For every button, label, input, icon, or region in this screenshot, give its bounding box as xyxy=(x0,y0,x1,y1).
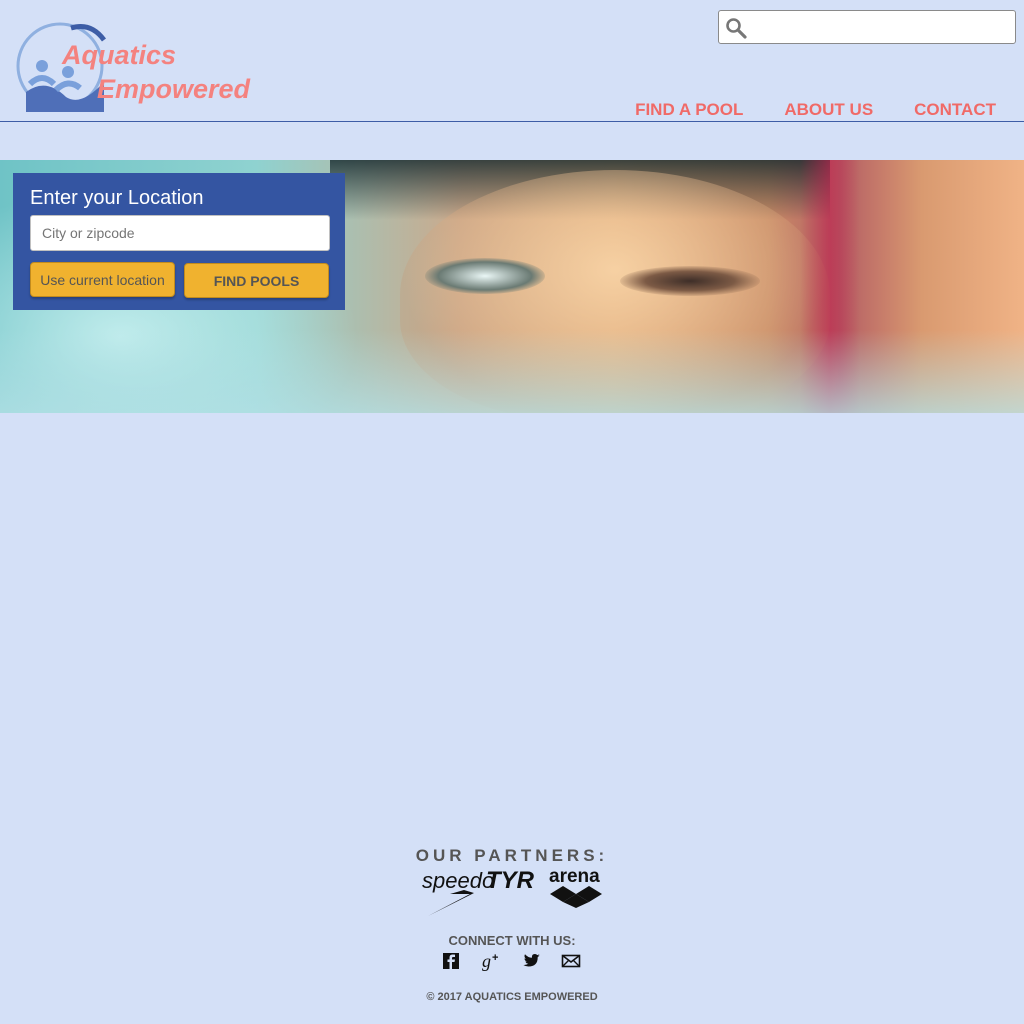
svg-text:g: g xyxy=(482,951,491,971)
social-links: g + xyxy=(441,951,581,971)
nav-contact[interactable]: CONTACT xyxy=(914,100,996,120)
connect-title: CONNECT WITH US: xyxy=(448,933,576,948)
email-icon[interactable] xyxy=(561,951,581,971)
search-icon[interactable] xyxy=(725,17,747,39)
arena-logo[interactable]: arena xyxy=(549,866,602,908)
twitter-icon[interactable] xyxy=(521,951,541,971)
site-search xyxy=(718,10,1016,44)
site-logo[interactable]: Aquatics Empowered xyxy=(16,22,266,112)
svg-text:TYR: TYR xyxy=(486,867,535,894)
search-input[interactable] xyxy=(753,15,1012,41)
location-panel: Enter your Location Use current location… xyxy=(13,173,345,310)
speedo-logo[interactable]: speedo xyxy=(422,868,494,916)
partners-title: OUR PARTNERS: xyxy=(415,846,609,865)
facebook-icon[interactable] xyxy=(441,951,461,971)
svg-text:speedo: speedo xyxy=(422,868,494,893)
use-current-location-button[interactable]: Use current location xyxy=(30,262,175,297)
svg-text:+: + xyxy=(492,952,498,964)
site-header: Aquatics Empowered FIND A POOL ABOUT US … xyxy=(0,0,1024,122)
location-input[interactable] xyxy=(30,215,330,251)
svg-text:arena: arena xyxy=(549,866,600,887)
location-title: Enter your Location xyxy=(30,187,204,209)
nav-find-a-pool[interactable]: FIND A POOL xyxy=(635,100,743,120)
main-nav: FIND A POOL ABOUT US CONTACT xyxy=(635,100,996,120)
logo-wordmark: Aquatics Empowered xyxy=(62,38,250,106)
copyright-text: © 2017 AQUATICS EMPOWERED xyxy=(426,991,598,1003)
logo-line-2: Empowered xyxy=(97,74,251,104)
google-plus-icon[interactable]: g + xyxy=(481,951,501,971)
logo-line-1: Aquatics xyxy=(62,40,177,70)
find-pools-button[interactable]: FIND POOLS xyxy=(184,263,329,298)
tyr-logo[interactable]: TYR xyxy=(486,867,535,894)
nav-about-us[interactable]: ABOUT US xyxy=(784,100,873,120)
partner-logos: speedo TYR arena xyxy=(422,866,602,916)
